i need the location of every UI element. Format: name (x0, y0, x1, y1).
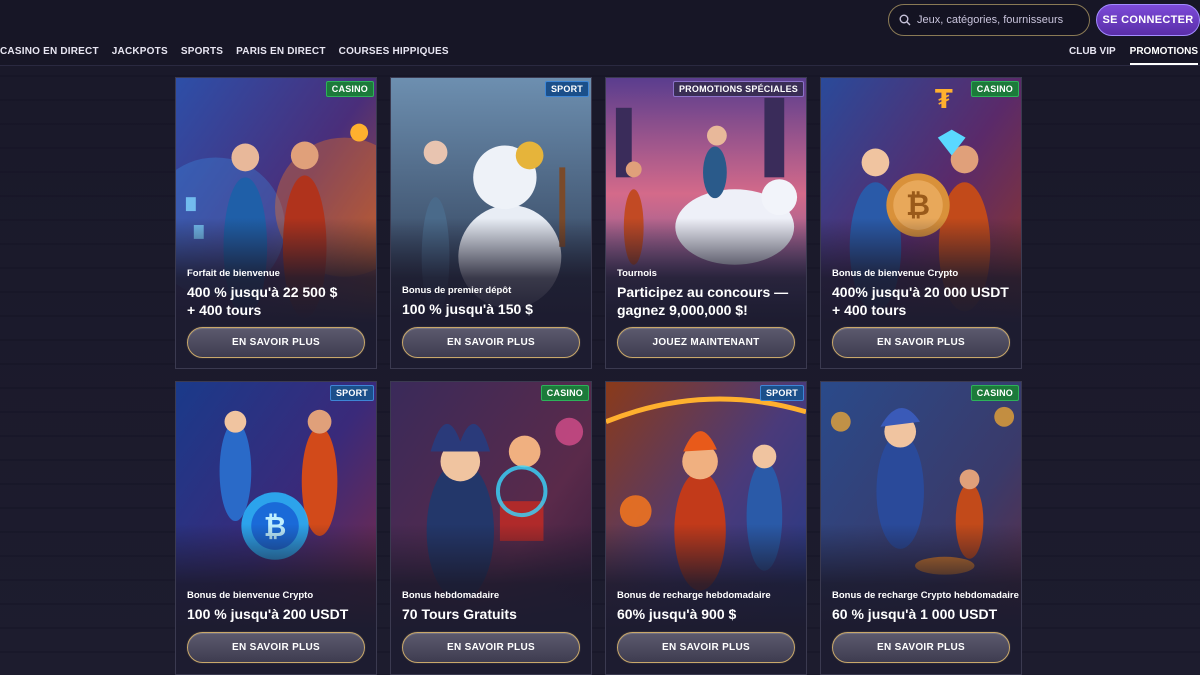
category-tag: SPORT (329, 385, 374, 401)
promo-subtitle: Bonus de premier dépôt (402, 285, 512, 296)
category-tag: PROMOTIONS SPÉCIALES (672, 81, 804, 97)
top-navigation-bar: SE CONNECTER CASINO EN DIRECT JACKPOTS S… (0, 0, 1200, 66)
promo-subtitle: Forfait de bienvenue (187, 268, 280, 279)
promo-title-line1: 100 % jusqu'à 200 USDT (187, 606, 349, 622)
promo-card[interactable]: ₿ ₮ CASINO Bonus de bienvenue Crypto 400… (820, 77, 1022, 369)
play-now-button[interactable]: JOUEZ MAINTENANT (617, 327, 795, 358)
promo-title: 400% jusqu'à 20 000 USDT + 400 tours (832, 283, 1013, 319)
promo-card[interactable]: SPORT Bonus de recharge hebdomadaire 60%… (605, 381, 807, 675)
promo-card[interactable]: CASINO Bonus hebdomadaire 70 Tours Gratu… (390, 381, 592, 675)
secondary-nav: CLUB VIP PROMOTIONS (1069, 46, 1198, 65)
login-button[interactable]: SE CONNECTER (1096, 4, 1200, 36)
category-tag: CASINO (540, 385, 589, 401)
nav-sports[interactable]: SPORTS (181, 46, 223, 57)
promo-title-line1: 400% jusqu'à 20 000 USDT (832, 284, 1009, 300)
main-nav: CASINO EN DIRECT JACKPOTS SPORTS PARIS E… (0, 46, 449, 57)
category-tag: SPORT (544, 81, 589, 97)
search-box[interactable] (888, 4, 1090, 36)
promo-title-line1: 70 Tours Gratuits (402, 606, 517, 622)
nav-live-betting[interactable]: PARIS EN DIRECT (236, 46, 326, 57)
category-tag: CASINO (970, 385, 1019, 401)
learn-more-button[interactable]: EN SAVOIR PLUS (402, 327, 580, 358)
nav-jackpots[interactable]: JACKPOTS (112, 46, 168, 57)
promo-title-line1: Participez au concours — (617, 284, 789, 300)
promo-title-line1: 60 % jusqu'à 1 000 USDT (832, 606, 998, 622)
promotions-grid: CASINO Forfait de bienvenue 400 % jusqu'… (175, 77, 1022, 675)
promo-card[interactable]: CASINO Forfait de bienvenue 400 % jusqu'… (175, 77, 377, 369)
promo-title: 400 % jusqu'à 22 500 $ + 400 tours (187, 283, 368, 319)
nav-live-casino[interactable]: CASINO EN DIRECT (0, 46, 99, 57)
promo-title-line2: gagnez 9,000,000 $! (617, 302, 748, 318)
promo-title: Participez au concours — gagnez 9,000,00… (617, 283, 798, 319)
promo-title-line2: + 400 tours (187, 302, 262, 318)
promo-title-line2: + 400 tours (832, 302, 907, 318)
nav-promotions[interactable]: PROMOTIONS (1129, 46, 1198, 65)
category-tag: SPORT (759, 385, 804, 401)
learn-more-button[interactable]: EN SAVOIR PLUS (832, 632, 1010, 663)
category-tag: CASINO (970, 81, 1019, 97)
learn-more-button[interactable]: EN SAVOIR PLUS (617, 632, 795, 663)
promo-title-line1: 100 % jusqu'à 150 $ (402, 301, 533, 317)
promo-title: 60% jusqu'à 900 $ (617, 605, 798, 623)
search-input[interactable] (917, 14, 1087, 26)
promo-card[interactable]: PROMOTIONS SPÉCIALES Tournois Participez… (605, 77, 807, 369)
learn-more-button[interactable]: EN SAVOIR PLUS (187, 632, 365, 663)
category-tag: CASINO (325, 81, 374, 97)
promo-subtitle: Bonus de bienvenue Crypto (832, 268, 959, 279)
promo-title: 100 % jusqu'à 200 USDT (187, 605, 368, 623)
promo-card[interactable]: CASINO Bonus de recharge Crypto hebdomad… (820, 381, 1022, 675)
promo-card[interactable]: ₿ SPORT Bonus de bienvenue Crypto 100 % … (175, 381, 377, 675)
promo-title: 60 % jusqu'à 1 000 USDT (832, 605, 1013, 623)
promo-title: 70 Tours Gratuits (402, 605, 583, 623)
promo-subtitle: Bonus hebdomadaire (402, 590, 500, 601)
learn-more-button[interactable]: EN SAVOIR PLUS (832, 327, 1010, 358)
promo-subtitle: Bonus de recharge hebdomadaire (617, 590, 771, 601)
promo-subtitle: Bonus de bienvenue Crypto (187, 590, 314, 601)
learn-more-button[interactable]: EN SAVOIR PLUS (402, 632, 580, 663)
promo-title-line1: 400 % jusqu'à 22 500 $ (187, 284, 338, 300)
promo-card[interactable]: SPORT Bonus de premier dépôt 100 % jusqu… (390, 77, 592, 369)
nav-horse-racing[interactable]: COURSES HIPPIQUES (339, 46, 449, 57)
promo-title-line1: 60% jusqu'à 900 $ (617, 606, 737, 622)
promo-title: 100 % jusqu'à 150 $ (402, 300, 583, 318)
learn-more-button[interactable]: EN SAVOIR PLUS (187, 327, 365, 358)
search-icon (899, 14, 911, 26)
svg-text:₮: ₮ (935, 85, 953, 115)
promo-subtitle: Bonus de recharge Crypto hebdomadaire (832, 590, 1019, 601)
promo-subtitle: Tournois (617, 268, 657, 279)
nav-vip-club[interactable]: CLUB VIP (1069, 46, 1116, 65)
